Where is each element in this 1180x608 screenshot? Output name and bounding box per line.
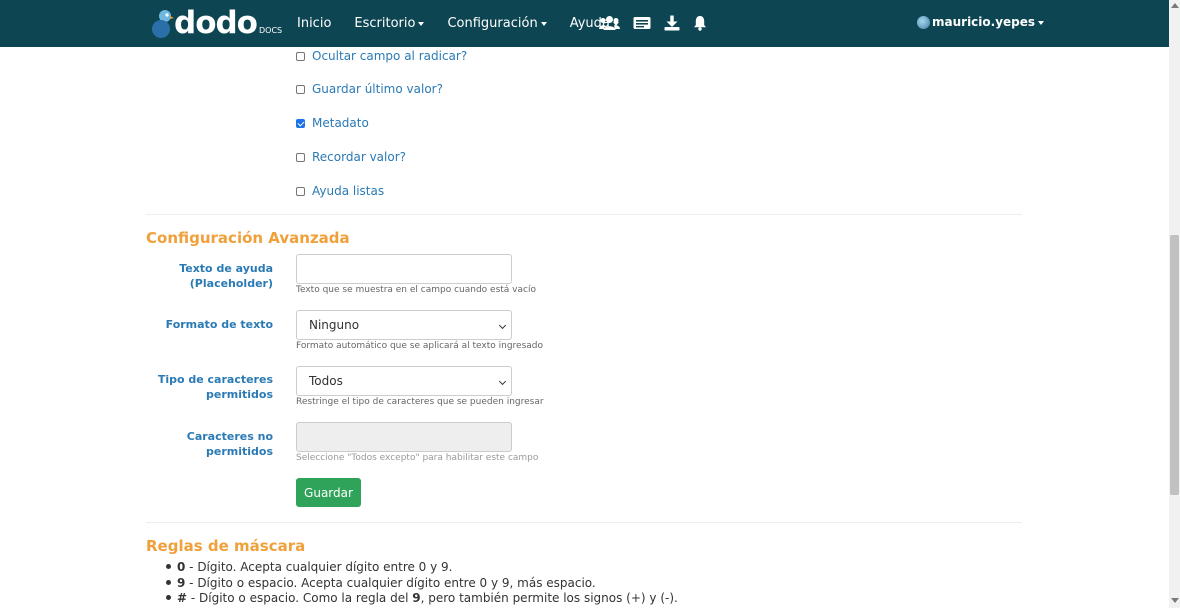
chartype-select-value: Todos: [309, 374, 343, 388]
list-item: # - Dígito o espacio. Como la regla del …: [146, 591, 678, 607]
save-button[interactable]: Guardar: [296, 478, 361, 507]
notallowed-input: [296, 422, 512, 452]
chartype-help: Restringe el tipo de caracteres que se p…: [296, 397, 544, 407]
chartype-label: Tipo de caracteres permitidos: [157, 373, 273, 401]
mask-rules-list: 0 - Dígito. Acepta cualquier dígito entr…: [146, 560, 678, 607]
bullet: [166, 564, 171, 569]
format-help: Formato automático que se aplicará al te…: [296, 341, 544, 351]
nav-item-label: Escritorio: [354, 16, 416, 31]
list-item: 0 - Dígito. Acepta cualquier dígito entr…: [146, 560, 678, 576]
checkbox-box[interactable]: [296, 118, 305, 128]
nav-item-inicio[interactable]: Inicio: [297, 16, 331, 31]
caret-down-icon: [1038, 20, 1045, 25]
section-title-advanced: Configuración Avanzada: [146, 229, 350, 247]
rule-code: #: [177, 591, 188, 605]
nav-item-label: Configuración: [447, 16, 538, 31]
chevron-down-icon: [498, 377, 507, 386]
user-menu[interactable]: mauricio.yepes: [917, 15, 1045, 29]
rule-code: 0: [177, 560, 186, 574]
bullet: [166, 595, 171, 600]
scroll-thumb[interactable]: [1170, 235, 1179, 495]
bell-icon[interactable]: [693, 13, 707, 33]
brand-subtitle: DOCS: [258, 26, 283, 35]
checkbox-box[interactable]: [296, 51, 305, 61]
section-divider: [146, 522, 1022, 523]
rule-text: - Dígito. Acepta cualquier dígito entre …: [185, 560, 453, 574]
rule-code: 9: [177, 575, 186, 590]
checkbox-ayuda-listas[interactable]: Ayuda listas: [296, 184, 384, 198]
placeholder-help: Texto que se muestra en el campo cuando …: [296, 285, 536, 295]
checkbox-label[interactable]: Ocultar campo al radicar?: [312, 49, 467, 63]
nav-item-escritorio[interactable]: Escritorio: [354, 16, 425, 31]
dodo-bird-icon: [152, 8, 174, 38]
checkbox-label[interactable]: Metadato: [312, 116, 369, 130]
top-navbar: dodo DOCS Inicio Escritorio Configuració…: [0, 0, 1169, 47]
bullet: [166, 579, 171, 585]
caret-down-icon: [540, 22, 547, 26]
globe-icon: [917, 15, 930, 29]
rule-ref: 9: [412, 591, 421, 605]
checkbox-label[interactable]: Recordar valor?: [312, 150, 406, 164]
checkbox-recordar-valor[interactable]: Recordar valor?: [296, 150, 406, 164]
main-menu: Inicio Escritorio Configuración Ayuda: [297, 0, 642, 47]
users-icon[interactable]: [599, 13, 620, 33]
placeholder-input[interactable]: [296, 254, 512, 284]
caret-down-icon: [418, 22, 425, 26]
brand-name: dodo: [174, 5, 258, 41]
checkbox-label[interactable]: Ayuda listas: [312, 184, 384, 198]
notallowed-label: Caracteres no permitidos: [186, 430, 273, 458]
rule-text: - Dígito o espacio. Como la regla del: [187, 591, 413, 605]
scroll-down-arrow-icon[interactable]: [1171, 598, 1179, 603]
brand-logo[interactable]: dodo DOCS: [152, 5, 283, 41]
checkbox-box[interactable]: [296, 84, 305, 94]
notallowed-help: Seleccione "Todos excepto" para habilita…: [296, 453, 539, 463]
scroll-up-arrow-icon[interactable]: [1171, 3, 1179, 8]
rule-text: , pero también permite los signos (+) y …: [420, 591, 678, 605]
section-divider: [146, 214, 1022, 215]
user-name: mauricio.yepes: [932, 15, 1036, 29]
nav-item-configuracion[interactable]: Configuración: [447, 16, 547, 31]
format-label: Formato de texto: [165, 318, 273, 331]
nav-icon-group: [599, 13, 720, 33]
placeholder-label: Texto de ayuda (Placeholder): [179, 262, 273, 290]
checkbox-box[interactable]: [296, 186, 305, 196]
section-title-mask-rules: Reglas de máscara: [146, 537, 306, 555]
chartype-select[interactable]: Todos: [296, 366, 512, 396]
chevron-down-icon: [498, 321, 507, 330]
id-card-icon[interactable]: [633, 13, 651, 33]
checkbox-guardar-ultimo[interactable]: Guardar último valor?: [296, 82, 443, 96]
checkbox-metadato[interactable]: Metadato: [296, 116, 369, 130]
checkbox-ocultar-campo[interactable]: Ocultar campo al radicar?: [296, 49, 467, 63]
download-icon[interactable]: [664, 13, 680, 33]
format-select-value: Ninguno: [309, 318, 360, 332]
checkbox-box[interactable]: [296, 152, 305, 162]
vertical-scrollbar[interactable]: [1169, 0, 1180, 608]
list-item: 9 - Dígito o espacio. Acepta cualquier d…: [146, 576, 678, 592]
rule-text: - Dígito o espacio. Acepta cualquier díg…: [185, 575, 596, 590]
format-select[interactable]: Ninguno: [296, 310, 512, 340]
nav-item-label: Inicio: [297, 16, 332, 31]
checkbox-label[interactable]: Guardar último valor?: [312, 82, 443, 96]
